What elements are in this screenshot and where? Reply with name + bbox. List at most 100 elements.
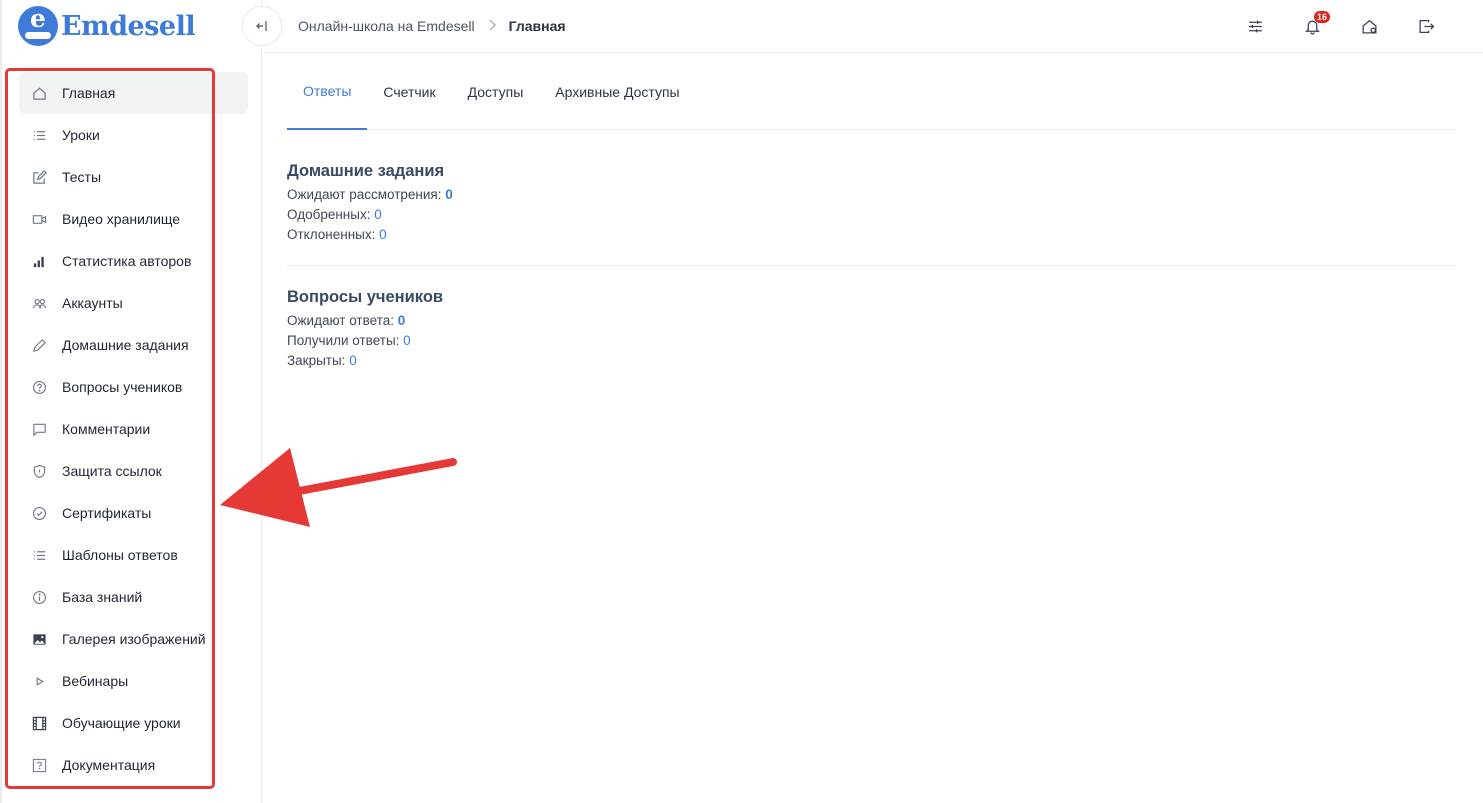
- top-header: Онлайн-школа на Emdesell Главная 16: [242, 0, 1483, 53]
- list-icon: [31, 547, 47, 563]
- sidebar-item-home[interactable]: Главная: [19, 72, 248, 114]
- comment-icon: [31, 421, 47, 437]
- sidebar-item-label: Защита ссылок: [62, 463, 162, 479]
- sidebar-item-label: Аккаунты: [62, 295, 123, 311]
- homework-approved-value[interactable]: 0: [374, 207, 382, 222]
- logout-button[interactable]: [1398, 14, 1455, 38]
- homework-rejected-row: Отклоненных: 0: [287, 225, 1456, 245]
- sidebar-item-comments[interactable]: Комментарии: [19, 408, 248, 450]
- questions-waiting-value[interactable]: 0: [398, 313, 406, 328]
- sidebar-nav: Главная Уроки Тесты Видео хранилище Стат…: [19, 72, 248, 786]
- help-circle-icon: [31, 379, 47, 395]
- pencil-icon: [31, 337, 47, 353]
- check-circle-icon: [31, 505, 47, 521]
- main-content: Ответы Счетчик Доступы Архивные Доступы …: [287, 53, 1456, 371]
- tab-access[interactable]: Доступы: [452, 53, 540, 130]
- film-icon: [31, 715, 47, 731]
- collapse-left-icon: [256, 21, 267, 31]
- sliders-icon: [1249, 20, 1262, 32]
- home-icon: [31, 85, 47, 101]
- homework-pending-value[interactable]: 0: [445, 187, 453, 202]
- homework-approved-row: Одобренных: 0: [287, 205, 1456, 225]
- sidebar-item-webinars[interactable]: Вебинары: [19, 660, 248, 702]
- logo-text: Emdesell: [61, 10, 196, 42]
- questions-closed-label: Закрыты:: [287, 353, 346, 368]
- questions-answered-row: Получили ответы: 0: [287, 331, 1456, 351]
- sidebar-item-answer-templates[interactable]: Шаблоны ответов: [19, 534, 248, 576]
- sidebar-item-image-gallery[interactable]: Галерея изображений: [19, 618, 248, 660]
- homework-pending-row: Ожидают рассмотрения: 0: [287, 185, 1456, 205]
- video-icon: [31, 211, 47, 227]
- school-home-settings-button[interactable]: [1341, 14, 1398, 38]
- homework-rejected-label: Отклоненных:: [287, 227, 376, 242]
- info-icon: [31, 589, 47, 605]
- settings-sliders-button[interactable]: [1227, 14, 1284, 38]
- breadcrumb-current: Главная: [508, 18, 566, 34]
- sidebar-item-label: Сертификаты: [62, 505, 152, 521]
- logo-badge-icon: e: [18, 6, 58, 46]
- sidebar-item-label: Главная: [62, 85, 116, 101]
- sidebar-item-label: База знаний: [62, 589, 143, 605]
- sidebar-item-certificates[interactable]: Сертификаты: [19, 492, 248, 534]
- sidebar: e Emdesell Главная Уроки Тесты Видео хра…: [0, 0, 262, 803]
- tab-bar: Ответы Счетчик Доступы Архивные Доступы: [287, 53, 1456, 130]
- sidebar-item-knowledge-base[interactable]: База знаний: [19, 576, 248, 618]
- sidebar-collapse-button[interactable]: [242, 6, 282, 46]
- app: e Emdesell Главная Уроки Тесты Видео хра…: [0, 0, 1483, 803]
- list-icon: [31, 127, 47, 143]
- sidebar-item-homework[interactable]: Домашние задания: [19, 324, 248, 366]
- sidebar-item-label: Обучающие уроки: [62, 715, 181, 731]
- tab-answers[interactable]: Ответы: [287, 53, 368, 130]
- questions-answered-value[interactable]: 0: [403, 333, 411, 348]
- sidebar-item-label: Шаблоны ответов: [62, 547, 178, 563]
- sidebar-item-student-questions[interactable]: Вопросы учеников: [19, 366, 248, 408]
- bar-chart-icon: [31, 253, 47, 269]
- sidebar-item-label: Галерея изображений: [62, 631, 206, 647]
- questions-closed-value[interactable]: 0: [349, 353, 357, 368]
- sidebar-item-author-stats[interactable]: Статистика авторов: [19, 240, 248, 282]
- shield-icon: [31, 463, 47, 479]
- questions-answered-label: Получили ответы:: [287, 333, 400, 348]
- tab-counter[interactable]: Счетчик: [367, 53, 451, 130]
- sidebar-item-link-protection[interactable]: Защита ссылок: [19, 450, 248, 492]
- edit-icon: [31, 169, 47, 185]
- logout-icon: [1419, 19, 1435, 33]
- notification-count-badge: 16: [1314, 11, 1331, 23]
- sidebar-item-label: Видео хранилище: [62, 211, 181, 227]
- questions-title: Вопросы учеников: [287, 288, 444, 306]
- sidebar-item-tutorials[interactable]: Обучающие уроки: [19, 702, 248, 744]
- notifications-button[interactable]: 16: [1284, 11, 1341, 38]
- logo-letter: e: [30, 6, 46, 33]
- sidebar-item-label: Вопросы учеников: [62, 379, 183, 395]
- sidebar-item-label: Статистика авторов: [62, 253, 192, 269]
- users-icon: [31, 295, 47, 311]
- tab-archived-access[interactable]: Архивные Доступы: [539, 53, 695, 130]
- homework-rejected-value[interactable]: 0: [379, 227, 387, 242]
- sidebar-item-label: Домашние задания: [62, 337, 189, 353]
- questions-waiting-label: Ожидают ответа:: [287, 313, 394, 328]
- breadcrumb: Онлайн-школа на Emdesell Главная: [298, 18, 566, 34]
- sidebar-item-documentation[interactable]: Документация: [19, 744, 248, 786]
- sidebar-item-tests[interactable]: Тесты: [19, 156, 248, 198]
- header-actions: 16: [1227, 11, 1455, 38]
- sidebar-item-video-storage[interactable]: Видео хранилище: [19, 198, 248, 240]
- logo[interactable]: e Emdesell: [18, 6, 196, 46]
- play-icon: [31, 673, 47, 689]
- questions-closed-row: Закрыты: 0: [287, 351, 1456, 371]
- sidebar-item-lessons[interactable]: Уроки: [19, 114, 248, 156]
- breadcrumb-root-link[interactable]: Онлайн-школа на Emdesell: [298, 18, 475, 34]
- home-gear-icon: [1362, 19, 1377, 34]
- sidebar-item-label: Вебинары: [62, 673, 129, 689]
- chevron-right-icon: [488, 18, 496, 34]
- sidebar-item-label: Тесты: [62, 169, 102, 185]
- homework-title: Домашние задания: [287, 162, 445, 180]
- sidebar-item-label: Комментарии: [62, 421, 151, 437]
- sidebar-item-accounts[interactable]: Аккаунты: [19, 282, 248, 324]
- sidebar-item-label: Уроки: [62, 127, 100, 143]
- image-icon: [31, 631, 47, 647]
- question-square-icon: [31, 757, 47, 773]
- homework-pending-label: Ожидают рассмотрения:: [287, 187, 442, 202]
- homework-approved-label: Одобренных:: [287, 207, 371, 222]
- sidebar-item-label: Документация: [62, 757, 156, 773]
- questions-section: Вопросы учеников Ожидают ответа: 0 Получ…: [287, 266, 1456, 371]
